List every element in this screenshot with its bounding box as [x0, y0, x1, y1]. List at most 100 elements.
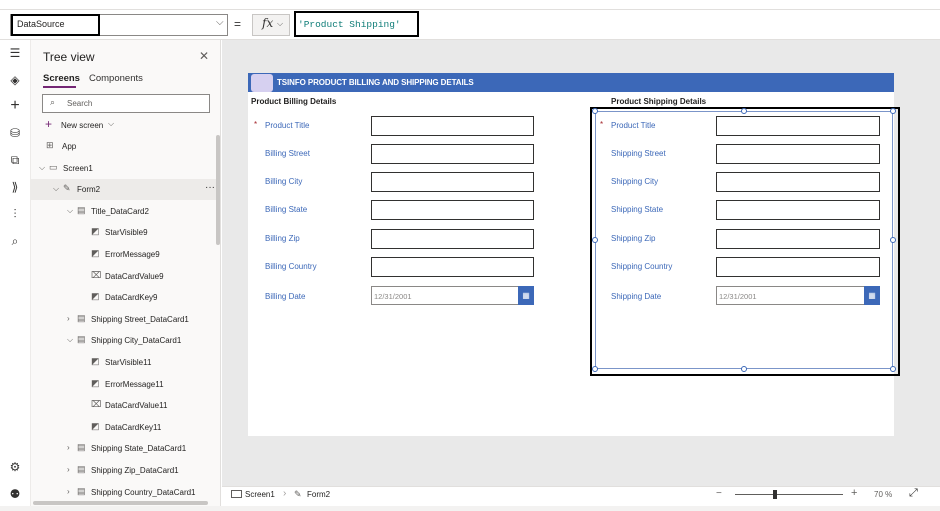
- settings-gear-icon[interactable]: ⚙: [7, 459, 23, 475]
- breadcrumb-screen[interactable]: Screen1: [245, 490, 275, 499]
- more-options-icon[interactable]: ···: [205, 182, 215, 193]
- screen-icon: ▭: [49, 161, 58, 172]
- field-label: Billing City: [265, 177, 303, 186]
- tree-item[interactable]: ⌧ DataCardValue9: [31, 266, 217, 287]
- tree-view-title: Tree view: [43, 50, 95, 64]
- resize-handle[interactable]: [741, 366, 747, 372]
- hamburger-menu-icon[interactable]: ☰: [7, 45, 23, 61]
- chevron-right-icon: ›: [283, 488, 287, 499]
- text-input[interactable]: [371, 172, 534, 192]
- zoom-in-button[interactable]: +: [851, 487, 857, 499]
- text-input[interactable]: [371, 257, 534, 277]
- form-icon: ✎: [63, 183, 71, 194]
- required-asterisk: *: [254, 120, 258, 129]
- search-placeholder: Search: [67, 99, 93, 108]
- top-strip: [0, 0, 940, 10]
- zoom-slider[interactable]: [735, 494, 843, 495]
- tree-item-label: Shipping State_DataCard1: [91, 444, 187, 454]
- app-icon: ⊞: [46, 140, 54, 150]
- tree-scrollbar[interactable]: [216, 135, 220, 245]
- data-icon[interactable]: ⛁: [7, 125, 23, 141]
- tree-item[interactable]: ◩ ErrorMessage11: [31, 374, 217, 395]
- field-label: Billing Zip: [265, 234, 300, 243]
- resize-handle[interactable]: [592, 237, 598, 243]
- text-input-icon: ⌧: [91, 399, 102, 410]
- zoom-slider-thumb[interactable]: [773, 490, 777, 499]
- tree-item[interactable]: ⌵ ✎ Form2: [31, 179, 217, 201]
- tree-item[interactable]: › ▤ Shipping Street_DataCard1: [31, 309, 217, 330]
- calendar-icon[interactable]: ▦: [518, 286, 534, 305]
- label-icon: ◩: [91, 248, 100, 258]
- active-tab-indicator: [43, 86, 76, 88]
- text-input[interactable]: [371, 116, 534, 136]
- advanced-tools-icon[interactable]: ⫶: [7, 206, 23, 222]
- chevron-down-icon[interactable]: ⌵: [53, 184, 59, 194]
- tree-item[interactable]: ◩ ErrorMessage9: [31, 244, 217, 265]
- search-icon[interactable]: ⌕: [7, 233, 23, 249]
- card-icon: ▤: [77, 464, 86, 474]
- tree-item[interactable]: › ▤ Shipping Zip_DataCard1: [31, 460, 217, 481]
- chevron-right-icon[interactable]: ›: [67, 443, 70, 452]
- text-input[interactable]: [371, 144, 534, 164]
- banner-title: TSINFO PRODUCT BILLING AND SHIPPING DETA…: [277, 78, 474, 87]
- left-rail: ☰ ◈ + ⛁ ⧉ ⟫ ⫶ ⌕ ⚙ ⚉: [0, 40, 31, 511]
- chevron-right-icon[interactable]: ›: [67, 314, 70, 323]
- card-icon: ▤: [77, 334, 86, 345]
- text-input[interactable]: [371, 229, 534, 249]
- layers-icon[interactable]: ◈: [7, 72, 23, 88]
- chevron-down-icon[interactable]: ⌵: [108, 119, 114, 129]
- field-label: Billing Street: [265, 149, 310, 158]
- billing-section-title: Product Billing Details: [251, 97, 337, 106]
- tree-item[interactable]: ⊞ App: [31, 136, 217, 157]
- tree-item[interactable]: ◩ DataCardKey9: [31, 287, 217, 308]
- resize-handle[interactable]: [741, 108, 747, 114]
- tree-item[interactable]: ⌧ DataCardValue11: [31, 395, 217, 416]
- tree-item[interactable]: ⌵ ▭ Screen1: [31, 158, 217, 179]
- tree-item[interactable]: ◩ StarVisible9: [31, 222, 217, 243]
- chevron-down-icon[interactable]: ⌵: [67, 206, 73, 216]
- logo-icon: [251, 74, 273, 92]
- resize-handle[interactable]: [592, 108, 598, 114]
- media-icon[interactable]: ⧉: [7, 152, 23, 168]
- resize-handle[interactable]: [890, 366, 896, 372]
- chevron-right-icon[interactable]: ›: [67, 465, 70, 474]
- zoom-out-button[interactable]: −: [716, 488, 722, 499]
- chevron-right-icon[interactable]: ›: [67, 487, 70, 496]
- chevron-down-icon[interactable]: ⌵: [67, 335, 73, 345]
- tree-item-label: DataCardValue9: [105, 271, 164, 281]
- virtual-agent-icon[interactable]: ⚉: [7, 486, 23, 502]
- expand-icon[interactable]: ⤢: [909, 487, 918, 500]
- breadcrumb-form[interactable]: Form2: [307, 490, 330, 499]
- tree-item[interactable]: › ▤ Shipping State_DataCard1: [31, 438, 217, 459]
- fx-icon: fx: [262, 16, 274, 30]
- new-screen-button[interactable]: New screen: [61, 121, 103, 130]
- text-input[interactable]: [371, 200, 534, 220]
- property-value: DataSource: [17, 19, 65, 29]
- resize-handle[interactable]: [890, 237, 896, 243]
- resize-handle[interactable]: [890, 108, 896, 114]
- tab-screens[interactable]: Screens: [43, 73, 80, 84]
- tree-item[interactable]: ⌵ ▤ Title_DataCard2: [31, 201, 217, 222]
- tree-horizontal-scrollbar[interactable]: [33, 501, 208, 505]
- tree-item[interactable]: ◩ StarVisible11: [31, 352, 217, 373]
- shipping-section-title: Product Shipping Details: [611, 97, 707, 106]
- insert-plus-icon[interactable]: +: [7, 98, 23, 114]
- tree-item[interactable]: › ▤ Shipping Country_DataCard1: [31, 482, 217, 503]
- label-icon: ◩: [91, 377, 100, 388]
- close-icon[interactable]: ✕: [199, 49, 209, 63]
- resize-handle[interactable]: [592, 366, 598, 372]
- chevron-down-icon[interactable]: ⌵: [216, 17, 224, 28]
- chevron-down-icon[interactable]: ⌵: [39, 163, 45, 173]
- tree-item[interactable]: ◩ DataCardKey11: [31, 417, 217, 438]
- tab-components[interactable]: Components: [89, 73, 143, 84]
- card-icon: ▤: [77, 485, 86, 496]
- equals-sign: =: [234, 17, 242, 31]
- tree-item-label: App: [62, 142, 77, 151]
- tree-item[interactable]: ⌵ ▤ Shipping City_DataCard1: [31, 330, 217, 351]
- tree-item-label: Shipping City_DataCard1: [91, 336, 182, 346]
- tree-item-label: Shipping Country_DataCard1: [91, 487, 196, 497]
- plus-icon[interactable]: +: [45, 117, 52, 131]
- tree-item-label: Screen1: [63, 163, 93, 173]
- zoom-value: 70 %: [874, 490, 893, 499]
- power-automate-icon[interactable]: ⟫: [7, 179, 23, 195]
